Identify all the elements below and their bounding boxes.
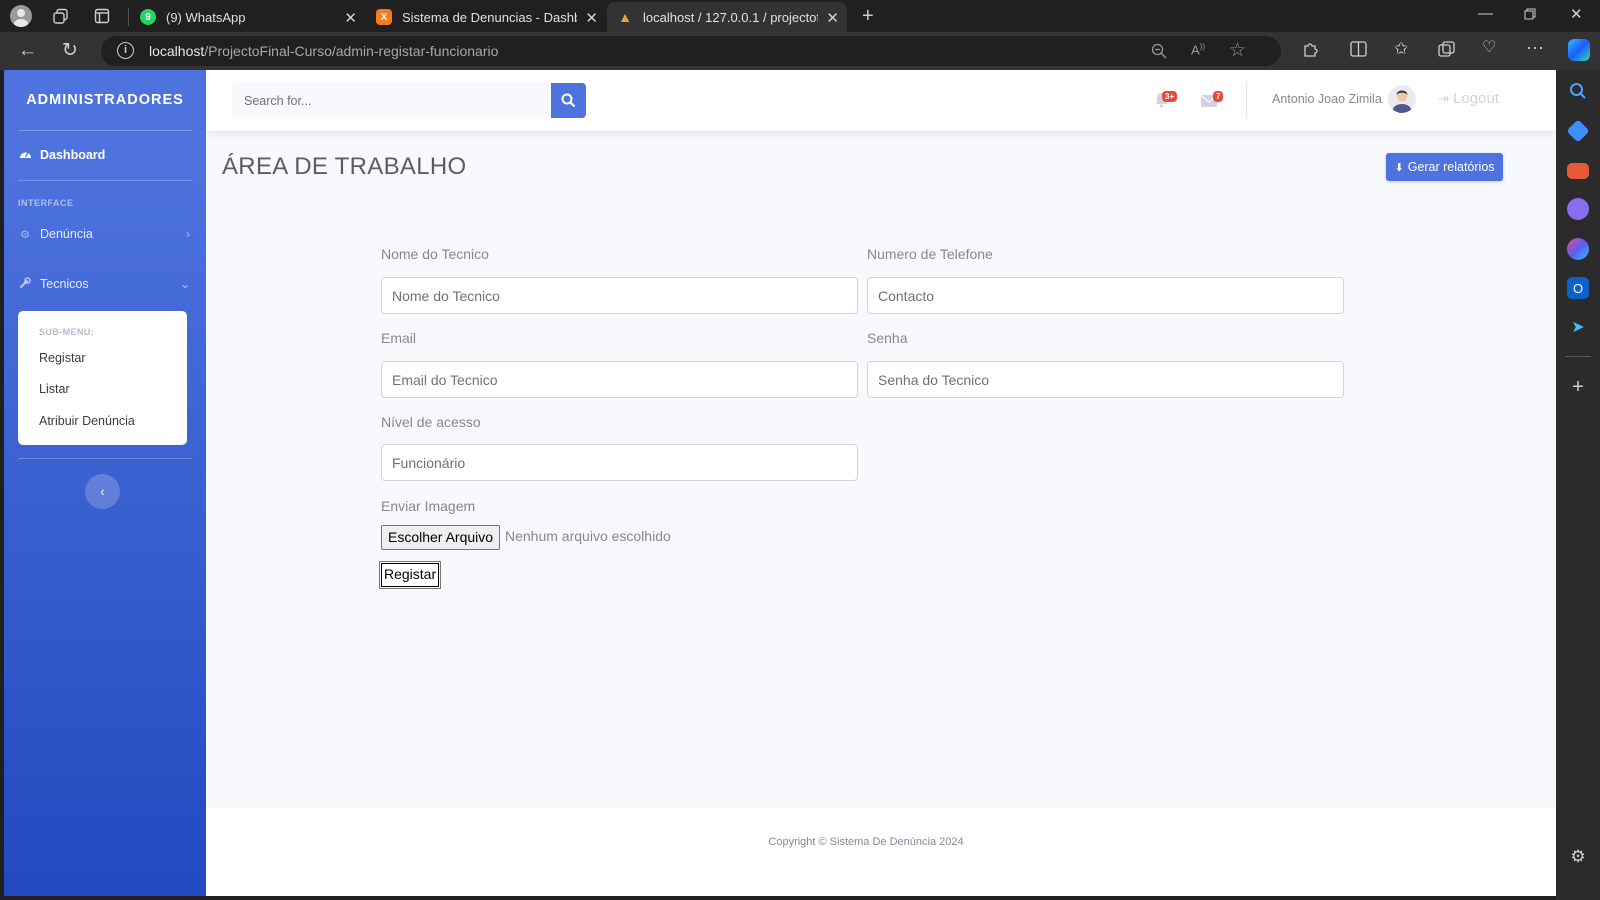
download-icon: ⬇ <box>1394 161 1404 174</box>
sidebar-item-dashboard[interactable]: Dashboard <box>18 144 192 166</box>
favorite-star-icon[interactable]: ☆ <box>1229 41 1246 60</box>
address-bar[interactable]: i localhost/ProjectoFinal-Curso/admin-re… <box>101 36 1281 66</box>
workspaces-icon[interactable] <box>52 8 69 28</box>
drop-send-icon[interactable]: ➤ <box>1567 316 1589 338</box>
tab-title: Sistema de Denuncias - Dashboard <box>402 9 577 25</box>
file-status: Nenhum arquivo escolhido <box>505 528 671 544</box>
tab-whatsapp[interactable]: 9 (9) WhatsApp ✕ <box>130 2 365 32</box>
close-tab-icon[interactable]: ✕ <box>826 9 839 27</box>
nome-label: Nome do Tecnico <box>381 246 489 262</box>
shopping-tag-icon[interactable] <box>1566 119 1590 143</box>
topbar-divider <box>1246 82 1247 118</box>
logout-link[interactable]: ⇥ Logout <box>1438 90 1499 107</box>
sidebar-item-tecnicos[interactable]: Tecnicos ⌄ <box>18 273 192 295</box>
submenu-heading: SUB-MENU: <box>39 327 95 337</box>
close-window-icon[interactable]: ✕ <box>1570 7 1583 22</box>
browser-tab-bar: 9 (9) WhatsApp ✕ X Sistema de Denuncias … <box>0 0 1600 32</box>
chevron-right-icon: › <box>186 227 190 241</box>
microsoft-365-icon[interactable] <box>1567 238 1589 260</box>
choose-file-button[interactable]: Escolher Arquivo <box>381 525 501 550</box>
minimize-icon[interactable]: — <box>1478 6 1493 21</box>
page-title: ÁREA DE TRABALHO <box>222 153 467 180</box>
sign-out-icon: ⇥ <box>1438 91 1449 106</box>
footer: Copyright © Sistema De Denúncia 2024 <box>206 808 1556 896</box>
games-icon[interactable] <box>1567 198 1589 220</box>
sidebar-brand[interactable]: ADMINISTRADORES <box>4 92 206 108</box>
edge-side-panel: O ➤ + ⚙ <box>1556 70 1600 900</box>
browser-toolbar: ← ↻ i localhost/ProjectoFinal-Curso/admi… <box>0 32 1600 70</box>
refresh-icon[interactable]: ↻ <box>62 41 78 60</box>
alerts-badge: 3+ <box>1162 91 1178 102</box>
messages-badge: 7 <box>1213 91 1224 102</box>
more-options-icon[interactable]: ··· <box>1526 38 1544 56</box>
chevron-down-icon: ⌄ <box>179 277 190 291</box>
nome-input[interactable] <box>381 277 858 314</box>
tab-sistema-denuncias[interactable]: X Sistema de Denuncias - Dashboard ✕ <box>366 2 606 32</box>
sidebar-item-denuncia[interactable]: ⚙ Denúncia › <box>18 223 192 245</box>
avatar[interactable] <box>1388 85 1416 113</box>
registar-submit-button[interactable]: Registar <box>378 561 442 589</box>
tab-phpmyadmin[interactable]: ▲ localhost / 127.0.0.1 / projectofinal … <box>607 2 847 32</box>
favorites-icon[interactable]: ✩ <box>1394 40 1408 57</box>
wrench-icon <box>18 276 32 292</box>
tachometer-icon <box>18 148 32 163</box>
tab-title: (9) WhatsApp <box>166 9 246 25</box>
telefone-label: Numero de Telefone <box>867 246 993 262</box>
logout-label: Logout <box>1453 90 1499 107</box>
whatsapp-favicon-icon: 9 <box>140 9 156 25</box>
phpmyadmin-favicon-icon: ▲ <box>618 9 632 25</box>
site-info-icon[interactable]: i <box>117 42 134 59</box>
cog-icon: ⚙ <box>20 228 30 241</box>
search-icon <box>561 93 576 108</box>
nivel-acesso-input[interactable] <box>381 444 858 481</box>
sidebar-item-label: Tecnicos <box>40 277 89 291</box>
copyright-text: Copyright © Sistema De Denúncia 2024 <box>768 836 964 848</box>
senha-label: Senha <box>867 330 908 346</box>
url-text[interactable]: localhost/ProjectoFinal-Curso/admin-regi… <box>149 43 498 59</box>
search-icon[interactable] <box>1567 80 1589 102</box>
xampp-favicon-icon: X <box>376 9 392 25</box>
restore-icon[interactable] <box>1524 8 1536 23</box>
split-screen-icon[interactable] <box>1350 41 1367 60</box>
zoom-out-icon[interactable] <box>1151 43 1167 62</box>
back-icon[interactable]: ← <box>18 41 37 60</box>
submenu-item-atribuir-denuncia[interactable]: Atribuir Denúncia <box>39 414 135 428</box>
page-viewport: ADMINISTRADORES Dashboard INTERFACE ⚙ De… <box>4 70 1556 896</box>
submenu-item-listar[interactable]: Listar <box>39 382 70 396</box>
new-tab-icon[interactable]: + <box>862 6 874 26</box>
add-app-icon[interactable]: + <box>1567 376 1589 398</box>
profile-icon[interactable] <box>10 5 32 27</box>
close-tab-icon[interactable]: ✕ <box>344 9 357 27</box>
nivel-acesso-label: Nível de acesso <box>381 414 481 430</box>
outlook-icon[interactable]: O <box>1567 277 1589 299</box>
sidebar-heading-interface: INTERFACE <box>18 198 74 208</box>
search-button[interactable] <box>551 83 586 118</box>
tools-briefcase-icon[interactable] <box>1567 163 1589 179</box>
enviar-imagem-label: Enviar Imagem <box>381 498 476 514</box>
sidebar-item-label: Denúncia <box>40 227 93 241</box>
sidebar: ADMINISTRADORES Dashboard INTERFACE ⚙ De… <box>4 70 206 896</box>
telefone-input[interactable] <box>867 277 1344 314</box>
sidebar-toggle-button[interactable]: ‹ <box>85 474 120 509</box>
settings-gear-icon[interactable]: ⚙ <box>1567 846 1589 868</box>
copilot-icon[interactable] <box>1568 39 1590 61</box>
sidebar-item-label: Dashboard <box>40 148 106 162</box>
tab-title: localhost / 127.0.0.1 / projectofinal <box>643 9 818 25</box>
submenu-item-registar[interactable]: Registar <box>39 351 86 365</box>
vertical-tabs-icon[interactable] <box>94 8 110 27</box>
close-tab-icon[interactable]: ✕ <box>585 9 598 27</box>
user-name[interactable]: Antonio Joao Zimila <box>1272 92 1382 106</box>
email-input[interactable] <box>381 361 858 398</box>
browser-essentials-icon[interactable]: ♡ <box>1482 40 1496 56</box>
topbar: 3+ 7 Antonio Joao Zimila ⇥ Logout <box>206 70 1556 131</box>
generate-reports-button[interactable]: ⬇ Gerar relatórios <box>1386 153 1503 181</box>
senha-input[interactable] <box>867 361 1344 398</box>
collections-icon[interactable] <box>1438 41 1455 60</box>
extensions-icon[interactable] <box>1302 40 1320 61</box>
email-label: Email <box>381 330 417 346</box>
search-input[interactable] <box>232 83 551 118</box>
button-label: Gerar relatórios <box>1407 160 1495 174</box>
read-aloud-icon[interactable]: A)) <box>1191 43 1205 57</box>
tecnicos-submenu: SUB-MENU: Registar Listar Atribuir Denún… <box>18 311 187 445</box>
